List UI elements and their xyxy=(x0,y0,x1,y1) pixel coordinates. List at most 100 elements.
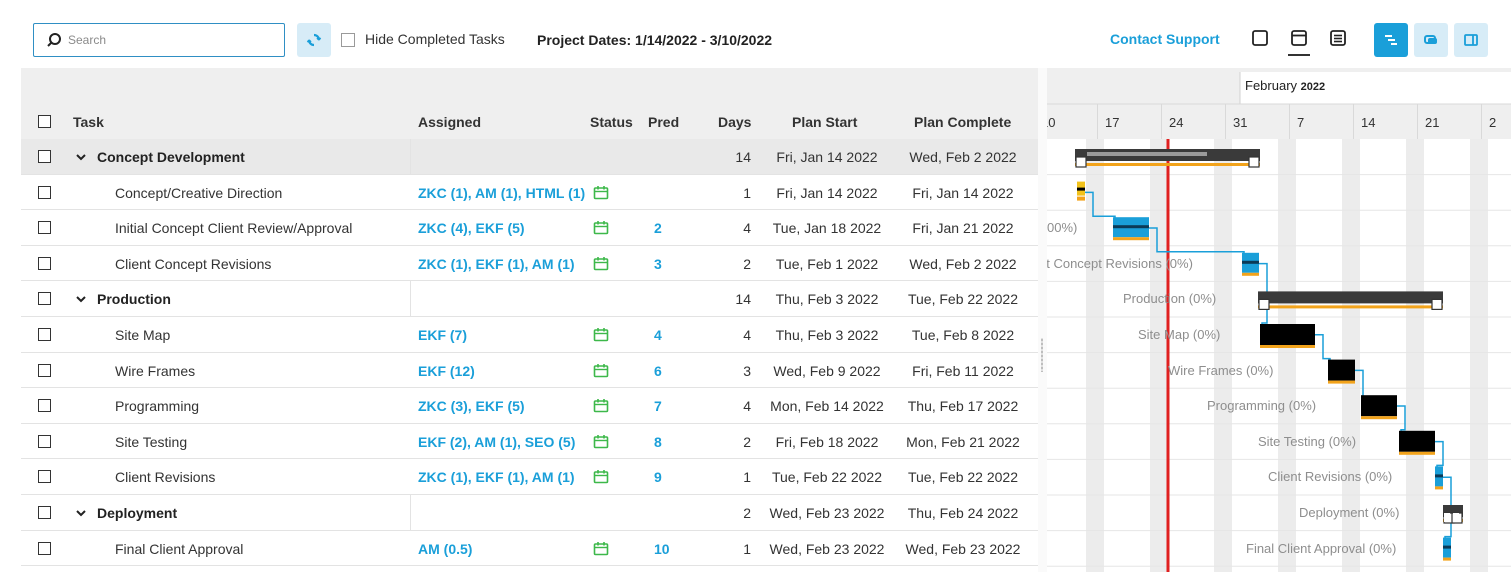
task-row[interactable]: Initial Concept Client Review/Approval ZK… xyxy=(21,210,1038,246)
group-row[interactable]: Concept Development 14 Fri, Jan 14 2022 Wed… xyxy=(21,139,1038,175)
task-row[interactable]: Site Map EKF (7) 4 4 Thu, Feb 3 2022 Tue, Fe… xyxy=(21,317,1038,353)
chevron-down-icon[interactable] xyxy=(75,151,87,163)
calendar-icon[interactable] xyxy=(593,327,609,342)
col-status[interactable]: Status xyxy=(590,114,633,130)
hide-completed-checkbox[interactable] xyxy=(341,33,355,47)
plan-complete-date: Fri, Jan 14 2022 xyxy=(912,184,1014,201)
row-checkbox[interactable] xyxy=(38,470,51,484)
task-name[interactable]: Final Client Approval xyxy=(115,541,243,557)
search-input[interactable] xyxy=(68,30,273,50)
row-checkbox[interactable] xyxy=(38,399,51,413)
refresh-button[interactable] xyxy=(297,23,331,57)
task-name[interactable]: Production xyxy=(97,291,171,307)
task-name[interactable]: Site Map xyxy=(115,327,170,343)
task-row[interactable]: Wire Frames EKF (12) 6 3 Wed, Feb 9 2022 Fri… xyxy=(21,352,1038,389)
col-pred[interactable]: Pred xyxy=(648,114,679,130)
task-name[interactable]: Site Testing xyxy=(115,434,187,450)
calendar-icon[interactable] xyxy=(593,434,609,449)
calendar-icon[interactable] xyxy=(593,469,609,484)
predecessor-link[interactable]: 4 xyxy=(654,327,662,343)
row-checkbox[interactable] xyxy=(38,185,51,199)
task-name[interactable]: Programming xyxy=(115,398,199,414)
days-value: 3 xyxy=(743,362,751,379)
splitter-grip[interactable] xyxy=(1041,338,1043,372)
task-name[interactable]: Concept Development xyxy=(97,149,245,165)
plan-start-date: Wed, Feb 23 2022 xyxy=(769,540,885,557)
row-checkbox[interactable] xyxy=(38,434,51,448)
row-checkbox[interactable] xyxy=(38,292,51,306)
task-row[interactable]: Client Revisions ZKC (1), EKF (1), AM (1)… xyxy=(21,459,1038,495)
col-plan-complete[interactable]: Plan Complete xyxy=(914,114,1011,130)
plan-complete-date: Fri, Feb 11 2022 xyxy=(912,362,1014,379)
col-days[interactable]: Days xyxy=(718,114,751,130)
row-checkbox[interactable] xyxy=(38,541,51,555)
view-grid-only-button[interactable] xyxy=(1249,27,1271,49)
task-name[interactable]: Wire Frames xyxy=(115,363,195,379)
cards-icon xyxy=(1424,35,1437,44)
row-checkbox[interactable] xyxy=(38,328,51,341)
calendar-icon[interactable] xyxy=(593,256,609,271)
group-row[interactable]: Deployment 2 Wed, Feb 23 2022 Thu, Feb 24 2… xyxy=(21,495,1038,531)
task-row[interactable]: Programming ZKC (3), EKF (5) 7 4 Mon, Feb 1… xyxy=(21,388,1038,424)
plan-complete-date: Thu, Feb 24 2022 xyxy=(907,505,1019,521)
row-checkbox[interactable] xyxy=(38,221,51,235)
col-plan-start[interactable]: Plan Start xyxy=(792,114,857,130)
chevron-down-icon[interactable] xyxy=(75,507,87,519)
board-view-button[interactable] xyxy=(1414,23,1448,57)
search-box[interactable] xyxy=(33,23,285,57)
predecessor-link[interactable]: 10 xyxy=(654,541,670,557)
view-list-button[interactable] xyxy=(1327,27,1349,49)
baseline-bar xyxy=(1258,305,1443,309)
chevron-down-icon[interactable] xyxy=(75,293,87,305)
task-row[interactable]: Client Concept Revisions ZKC (1), EKF (1)… xyxy=(21,245,1038,282)
predecessor-link[interactable]: 7 xyxy=(654,398,662,414)
assigned-resources[interactable]: EKF (12) xyxy=(418,363,475,379)
assigned-resources[interactable]: ZKC (4), EKF (5) xyxy=(418,220,525,236)
calendar-icon[interactable] xyxy=(593,185,609,200)
task-name[interactable]: Initial Concept Client Review/Approval xyxy=(115,220,352,236)
select-all-checkbox[interactable] xyxy=(38,115,51,128)
task-row[interactable]: Final Client Approval AM (0.5) 10 1 Wed, Fe… xyxy=(21,530,1038,567)
task-name[interactable]: Deployment xyxy=(97,505,177,521)
assigned-resources[interactable]: ZKC (1), AM (1), HTML (1) xyxy=(418,185,585,201)
assigned-resources[interactable]: ZKC (1), EKF (1), AM (1) xyxy=(418,256,575,272)
gantt-view-button[interactable] xyxy=(1374,23,1408,57)
predecessor-link[interactable]: 3 xyxy=(654,256,662,272)
contact-support-link[interactable]: Contact Support xyxy=(1110,31,1220,47)
assigned-resources[interactable]: ZKC (1), EKF (1), AM (1) xyxy=(418,469,575,485)
assigned-resources[interactable]: EKF (2), AM (1), SEO (5) xyxy=(418,434,575,450)
assigned-resources[interactable]: ZKC (3), EKF (5) xyxy=(418,398,525,414)
task-row[interactable]: Site Testing EKF (2), AM (1), SEO (5) 8 2 F… xyxy=(21,423,1038,460)
group-divider xyxy=(410,139,411,174)
plan-start-date: Tue, Feb 22 2022 xyxy=(771,469,882,486)
view-header-button[interactable] xyxy=(1288,26,1310,56)
bar-label: 00%) xyxy=(1047,220,1078,236)
row-checkbox[interactable] xyxy=(38,363,51,377)
predecessor-link[interactable]: 8 xyxy=(654,434,662,450)
predecessor-link[interactable]: 2 xyxy=(654,220,662,236)
calendar-icon[interactable] xyxy=(593,363,609,378)
group-row[interactable]: Production 14 Thu, Feb 3 2022 Tue, Feb 22 2… xyxy=(21,281,1038,317)
task-row[interactable]: Concept/Creative Direction ZKC (1), AM (1… xyxy=(21,174,1038,211)
panel-toggle-button[interactable] xyxy=(1454,23,1488,57)
progress-fill xyxy=(1087,152,1207,156)
col-assigned[interactable]: Assigned xyxy=(418,114,481,130)
row-checkbox[interactable] xyxy=(38,506,51,519)
row-checkbox[interactable] xyxy=(38,150,51,163)
assigned-resources[interactable]: AM (0.5) xyxy=(418,541,472,557)
col-task[interactable]: Task xyxy=(73,114,104,130)
calendar-icon[interactable] xyxy=(593,398,609,413)
predecessor-link[interactable]: 9 xyxy=(654,469,662,485)
task-name[interactable]: Client Revisions xyxy=(115,469,215,485)
pane-splitter[interactable] xyxy=(1038,68,1047,572)
calendar-icon[interactable] xyxy=(593,220,609,235)
baseline-bar xyxy=(1242,272,1259,276)
task-name[interactable]: Client Concept Revisions xyxy=(115,256,271,272)
row-checkbox[interactable] xyxy=(38,256,51,270)
plan-start-date: Wed, Feb 9 2022 xyxy=(773,362,881,379)
predecessor-link[interactable]: 6 xyxy=(654,363,662,379)
calendar-icon[interactable] xyxy=(593,541,609,556)
assigned-resources[interactable]: EKF (7) xyxy=(418,327,467,343)
days-value: 1 xyxy=(743,184,751,201)
task-name[interactable]: Concept/Creative Direction xyxy=(115,185,282,201)
